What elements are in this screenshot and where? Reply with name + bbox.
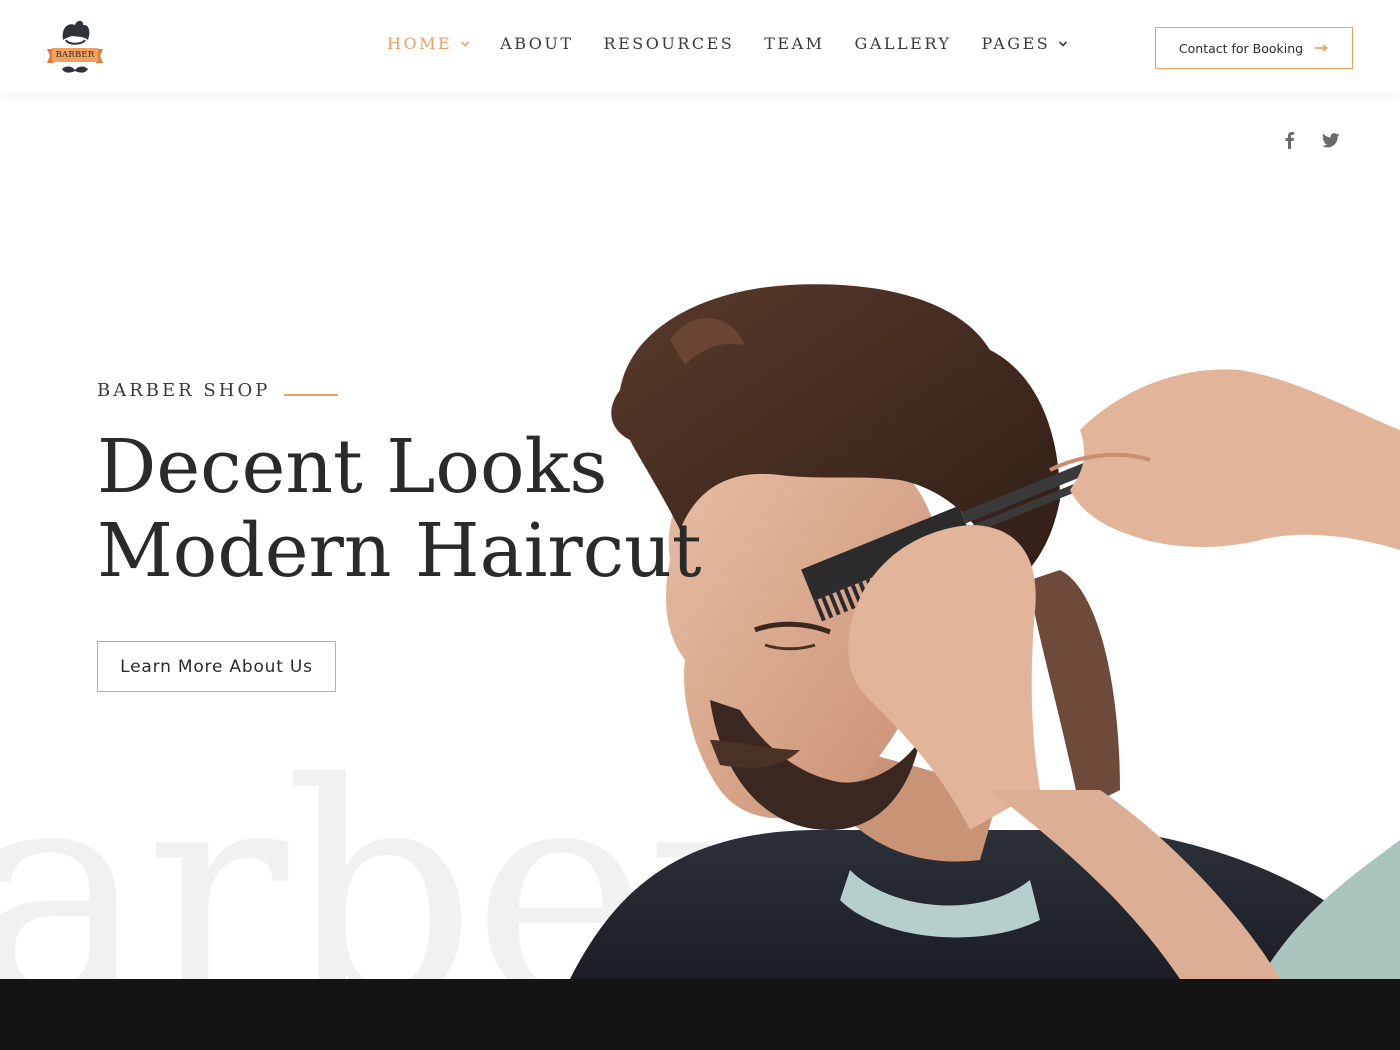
learn-more-label: Learn More About Us bbox=[120, 656, 313, 677]
contact-for-booking-label: Contact for Booking bbox=[1178, 40, 1304, 56]
twitter-icon[interactable] bbox=[1320, 129, 1342, 151]
hero-image-barber bbox=[560, 270, 1400, 979]
social-links bbox=[1278, 129, 1362, 151]
nav-item-home-label: HOME bbox=[387, 34, 453, 53]
nav-item-about[interactable]: ABOUT bbox=[500, 34, 573, 53]
learn-more-button[interactable]: Learn More About Us bbox=[97, 641, 336, 692]
nav-item-pages-label: PAGES bbox=[981, 34, 1051, 53]
barber-logo[interactable]: BARBER bbox=[44, 16, 106, 78]
nav-item-pages[interactable]: PAGES bbox=[981, 34, 1068, 53]
nav-item-resources[interactable]: RESOURCES bbox=[604, 34, 735, 53]
nav-item-team-label: TEAM bbox=[764, 34, 825, 53]
nav-item-about-label: ABOUT bbox=[500, 34, 574, 53]
barber-logo-mark bbox=[47, 20, 103, 73]
nav-item-resources-label: RESOURCES bbox=[603, 34, 735, 53]
nav-item-team[interactable]: TEAM bbox=[764, 34, 824, 53]
hero-eyebrow: BARBER SHOP bbox=[97, 380, 339, 401]
arrow-right-icon bbox=[1315, 43, 1329, 53]
contact-for-booking-button[interactable]: Contact for Booking bbox=[1155, 27, 1353, 69]
facebook-icon[interactable] bbox=[1278, 129, 1300, 151]
logo-text: BARBER bbox=[55, 50, 95, 60]
nav-item-gallery-label: GALLERY bbox=[854, 34, 952, 53]
hero-headline-line2: Modern Haircut bbox=[97, 508, 702, 594]
site-header: BARBER HOME ABOUT RESOURCES TEAM GALLERY… bbox=[0, 0, 1400, 93]
hero-eyebrow-text: BARBER SHOP bbox=[97, 380, 271, 401]
eyebrow-accent-line bbox=[284, 393, 339, 396]
nav-item-gallery[interactable]: GALLERY bbox=[855, 34, 952, 53]
nav-item-home[interactable]: HOME bbox=[387, 34, 470, 53]
chevron-down-icon bbox=[1058, 39, 1068, 49]
chevron-down-icon bbox=[460, 39, 470, 49]
hero-headline: Decent Looks Modern Haircut bbox=[97, 425, 702, 593]
hero-headline-line1: Decent Looks bbox=[97, 424, 608, 510]
main-nav: HOME ABOUT RESOURCES TEAM GALLERY PAGES bbox=[387, 34, 1098, 53]
dark-section-band bbox=[0, 979, 1400, 1050]
